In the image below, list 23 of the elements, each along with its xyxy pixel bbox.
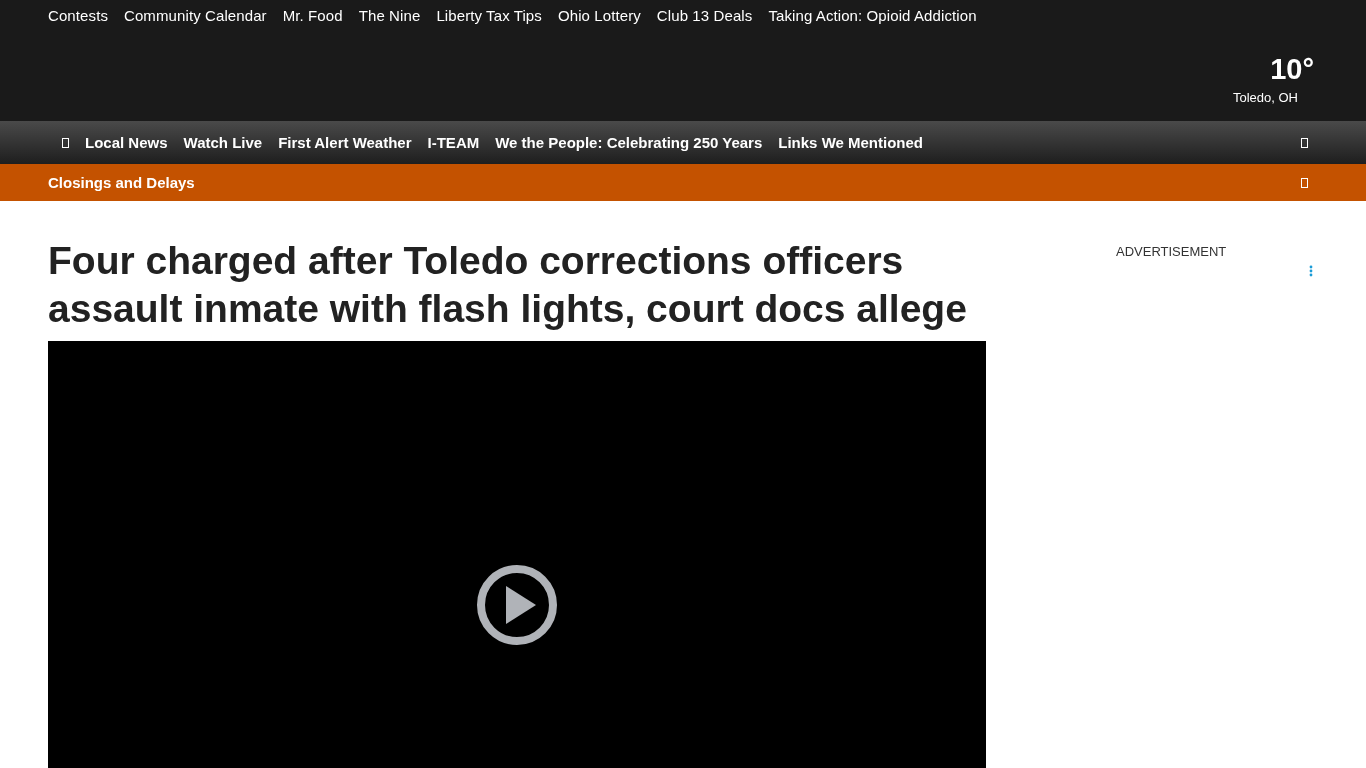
location: Toledo, OH xyxy=(1232,90,1298,105)
alert-link[interactable]: Closings and Delays xyxy=(48,174,195,191)
top-nav-link[interactable]: Liberty Tax Tips xyxy=(436,5,542,27)
top-nav-link[interactable]: Contests xyxy=(48,5,108,27)
top-nav-link[interactable]: Community Calendar xyxy=(124,5,267,27)
top-nav-link[interactable]: Mr. Food xyxy=(282,5,343,27)
top-nav-link[interactable]: Club 13 Deals xyxy=(656,5,753,27)
advertisement-label: ADVERTISEMENT xyxy=(1116,244,1227,259)
play-icon[interactable] xyxy=(476,564,558,646)
temperature: 10° xyxy=(1269,52,1314,86)
more-options-icon[interactable] xyxy=(1309,265,1313,277)
main-nav-link[interactable]: Local News xyxy=(85,134,168,151)
main-nav-link[interactable]: Links We Mentioned xyxy=(778,134,923,151)
main-nav-link[interactable]: First Alert Weather xyxy=(278,134,412,151)
main-nav-link[interactable]: Watch Live xyxy=(183,134,263,151)
main-nav-link[interactable]: I-TEAM xyxy=(427,134,480,151)
main-nav-link[interactable]: We the People: Celebrating 250 Years xyxy=(495,134,763,151)
box-icon[interactable] xyxy=(62,137,69,148)
top-nav-link[interactable]: Taking Action: Opioid Addiction xyxy=(768,5,977,27)
top-nav-link[interactable]: The Nine xyxy=(358,5,421,27)
top-nav-link[interactable]: Ohio Lottery xyxy=(557,5,641,27)
box-icon[interactable] xyxy=(1301,137,1308,148)
article-headline: Four charged after Toledo corrections officers assault inmate with flash lights, court docs allege xyxy=(48,238,968,332)
